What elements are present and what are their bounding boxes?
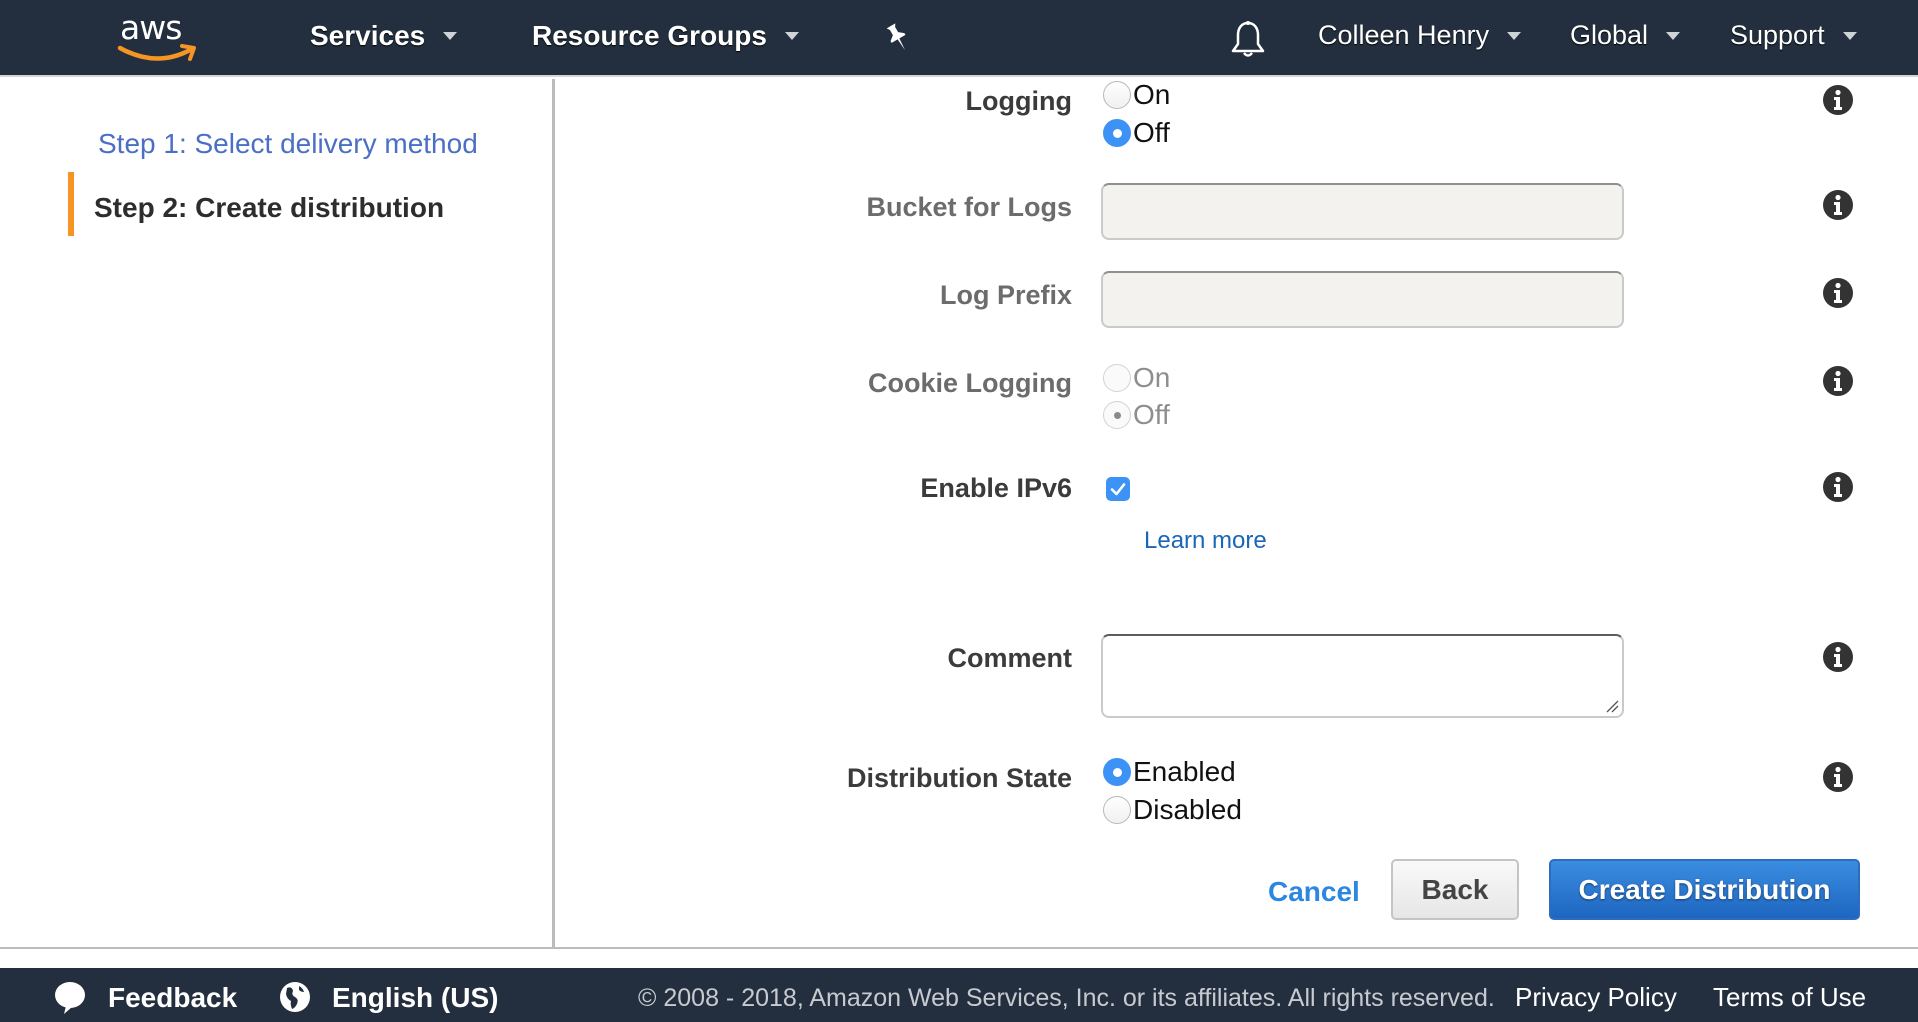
support-label: Support xyxy=(1730,20,1825,50)
step-1-link[interactable]: Step 1: Select delivery method xyxy=(98,128,478,160)
distribution-disabled-radio[interactable]: Disabled xyxy=(1103,794,1242,826)
info-icon[interactable] xyxy=(1822,189,1854,221)
chevron-down-icon xyxy=(1666,31,1681,40)
logging-on-text: On xyxy=(1133,79,1171,110)
chevron-down-icon xyxy=(1842,31,1857,40)
support-menu[interactable]: Support xyxy=(1730,20,1857,51)
resource-groups-label: Resource Groups xyxy=(532,20,767,51)
aws-smile-icon xyxy=(117,44,196,61)
services-menu[interactable]: Services xyxy=(310,20,458,52)
region-menu[interactable]: Global xyxy=(1570,20,1681,51)
footer-separator xyxy=(0,947,1918,949)
back-button[interactable]: Back xyxy=(1391,859,1519,920)
language-selector[interactable]: English (US) xyxy=(332,982,498,1014)
logging-off-radio[interactable]: Off xyxy=(1103,117,1170,149)
bucket-for-logs-label: Bucket for Logs xyxy=(866,192,1072,222)
account-menu[interactable]: Colleen Henry xyxy=(1318,20,1522,51)
cookie-logging-off-text: Off xyxy=(1133,399,1170,430)
radio-unchecked[interactable] xyxy=(1103,364,1131,392)
copyright-text: © 2008 - 2018, Amazon Web Services, Inc.… xyxy=(638,984,1495,1012)
terms-of-use-link[interactable]: Terms of Use xyxy=(1713,982,1866,1013)
radio-unchecked[interactable] xyxy=(1103,81,1131,109)
info-icon[interactable] xyxy=(1822,641,1854,673)
radio-checked[interactable] xyxy=(1103,401,1131,429)
resource-groups-menu[interactable]: Resource Groups xyxy=(532,20,799,52)
notifications-bell-icon[interactable] xyxy=(1230,20,1266,60)
comment-label: Comment xyxy=(947,643,1072,673)
learn-more-link[interactable]: Learn more xyxy=(1144,527,1267,555)
log-prefix-input[interactable] xyxy=(1101,271,1624,328)
globe-icon xyxy=(280,982,310,1012)
cookie-logging-on-text: On xyxy=(1133,362,1171,393)
enable-ipv6-label: Enable IPv6 xyxy=(920,473,1072,503)
log-prefix-label: Log Prefix xyxy=(939,280,1072,310)
logging-label: Logging xyxy=(965,86,1072,116)
cancel-button[interactable]: Cancel xyxy=(1268,876,1360,908)
top-nav-bar: aws Services Resource Groups Colleen Hen… xyxy=(0,0,1918,77)
services-label: Services xyxy=(310,20,426,51)
distribution-disabled-text: Disabled xyxy=(1133,794,1242,825)
step-2-current: Step 2: Create distribution xyxy=(94,192,445,223)
logging-off-text: Off xyxy=(1133,117,1170,148)
footer: Feedback English (US) © 2008 - 2018, Ama… xyxy=(0,968,1918,1022)
info-icon[interactable] xyxy=(1822,761,1854,793)
resize-handle-icon[interactable] xyxy=(1605,699,1619,713)
cookie-logging-off-radio[interactable]: Off xyxy=(1103,399,1170,431)
cookie-logging-label: Cookie Logging xyxy=(868,368,1072,398)
radio-unchecked[interactable] xyxy=(1103,796,1131,824)
active-step-indicator xyxy=(68,172,74,236)
logging-on-radio[interactable]: On xyxy=(1103,79,1170,111)
aws-logo[interactable]: aws xyxy=(116,8,202,66)
info-icon[interactable] xyxy=(1822,277,1854,309)
pin-icon[interactable] xyxy=(884,22,912,54)
info-icon[interactable] xyxy=(1822,365,1854,397)
create-distribution-button[interactable]: Create Distribution xyxy=(1549,859,1860,920)
bucket-for-logs-input[interactable] xyxy=(1101,183,1624,240)
radio-checked[interactable] xyxy=(1103,758,1131,786)
radio-checked[interactable] xyxy=(1103,119,1131,147)
sidebar-divider xyxy=(552,79,555,948)
info-icon[interactable] xyxy=(1822,471,1854,503)
info-icon[interactable] xyxy=(1822,84,1854,116)
chevron-down-icon xyxy=(1507,31,1522,40)
checkmark-icon xyxy=(1110,483,1126,496)
chevron-down-icon xyxy=(784,32,799,40)
feedback-link[interactable]: Feedback xyxy=(108,982,237,1014)
feedback-speech-bubble-icon xyxy=(55,982,85,1014)
cookie-logging-on-radio[interactable]: On xyxy=(1103,362,1170,394)
privacy-policy-link[interactable]: Privacy Policy xyxy=(1515,982,1677,1013)
account-name: Colleen Henry xyxy=(1318,20,1490,50)
comment-textarea[interactable] xyxy=(1101,634,1624,718)
chevron-down-icon xyxy=(443,32,458,40)
region-label: Global xyxy=(1570,20,1649,50)
distribution-enabled-text: Enabled xyxy=(1133,756,1236,787)
distribution-state-label: Distribution State xyxy=(846,763,1072,793)
enable-ipv6-checkbox[interactable] xyxy=(1106,477,1130,501)
distribution-enabled-radio[interactable]: Enabled xyxy=(1103,756,1236,788)
